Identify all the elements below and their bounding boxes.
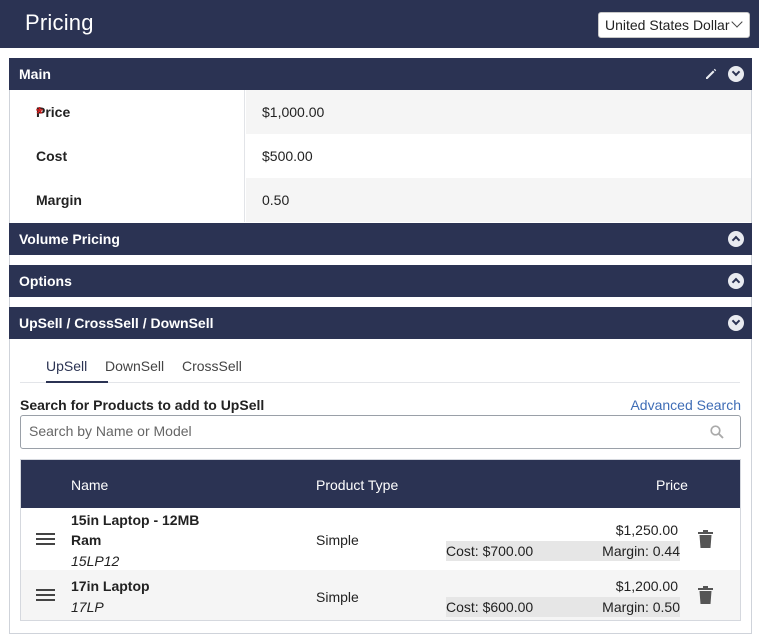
field-value-margin: 0.50 <box>262 192 290 208</box>
table-row: 15in Laptop - 12MB Ram 15LP12 Simple $1,… <box>21 508 740 570</box>
product-model: 17LP <box>71 599 104 615</box>
chevron-down-icon[interactable] <box>728 315 744 331</box>
column-header-product-type[interactable]: Product Type <box>316 477 398 493</box>
section-header-options[interactable]: Options <box>9 265 752 297</box>
product-name-line2: Ram <box>71 532 102 548</box>
search-icon[interactable] <box>710 425 724 439</box>
table-row: 17in Laptop 17LP Simple $1,200.00 Cost: … <box>21 570 740 620</box>
top-bar: Pricing United States Dollar <box>0 0 759 48</box>
chevron-down-icon[interactable] <box>728 66 744 82</box>
field-value-cost: $500.00 <box>262 148 313 164</box>
chevron-down-icon <box>731 16 743 28</box>
product-margin: Margin: 0.50 <box>602 599 680 615</box>
drag-handle-icon[interactable] <box>36 533 56 547</box>
product-type: Simple <box>316 532 359 548</box>
drag-handle-icon[interactable] <box>36 589 56 603</box>
field-row-price: Price * $1,000.00 <box>10 90 751 134</box>
product-name: 15in Laptop - 12MB <box>71 512 200 528</box>
field-row-cost: Cost $500.00 <box>10 134 751 178</box>
product-margin: Margin: 0.44 <box>602 543 680 559</box>
section-title-volume-pricing: Volume Pricing <box>19 231 120 247</box>
product-price: $1,200.00 <box>615 578 678 594</box>
currency-select[interactable]: United States Dollar <box>598 12 750 38</box>
currency-select-value: United States Dollar <box>605 17 730 33</box>
upsell-tabs: UpSell DownSell CrossSell <box>20 349 740 383</box>
search-label: Search for Products to add to UpSell <box>20 397 265 413</box>
section-header-volume-pricing[interactable]: Volume Pricing <box>9 223 752 255</box>
product-model: 15LP12 <box>71 553 120 569</box>
section-title-main: Main <box>19 66 51 82</box>
product-cost: Cost: $700.00 <box>446 543 534 559</box>
product-search-box <box>20 415 741 449</box>
tab-crosssell[interactable]: CrossSell <box>182 358 242 374</box>
table-header: Name Product Type Price <box>21 460 740 508</box>
tab-upsell[interactable]: UpSell <box>46 358 87 374</box>
page-title: Pricing <box>25 10 94 35</box>
field-row-margin: Margin 0.50 <box>10 178 751 222</box>
product-price: $1,250.00 <box>615 522 678 538</box>
search-input[interactable] <box>29 423 689 439</box>
required-marker: * <box>36 104 44 124</box>
active-tab-indicator <box>46 381 108 383</box>
field-label-cost: Cost <box>36 148 68 164</box>
column-header-price[interactable]: Price <box>656 477 688 493</box>
column-header-name[interactable]: Name <box>71 477 108 493</box>
trash-icon[interactable] <box>698 586 713 604</box>
section-title-options: Options <box>19 273 72 289</box>
tab-downsell[interactable]: DownSell <box>105 358 164 374</box>
section-header-upsell[interactable]: UpSell / CrossSell / DownSell <box>9 307 752 339</box>
upsell-table: Name Product Type Price 15in Laptop - 12… <box>20 459 741 621</box>
chevron-up-icon[interactable] <box>728 231 744 247</box>
field-value-price: $1,000.00 <box>262 104 325 120</box>
field-label-margin: Margin <box>36 192 82 208</box>
chevron-up-icon[interactable] <box>728 273 744 289</box>
product-name: 17in Laptop <box>71 578 150 594</box>
product-type: Simple <box>316 589 359 605</box>
section-header-main[interactable]: Main <box>9 58 752 90</box>
pencil-icon[interactable] <box>704 67 718 81</box>
section-title-upsell: UpSell / CrossSell / DownSell <box>19 315 214 331</box>
trash-icon[interactable] <box>698 530 713 548</box>
advanced-search-link[interactable]: Advanced Search <box>630 397 741 413</box>
product-cost: Cost: $600.00 <box>446 599 534 615</box>
